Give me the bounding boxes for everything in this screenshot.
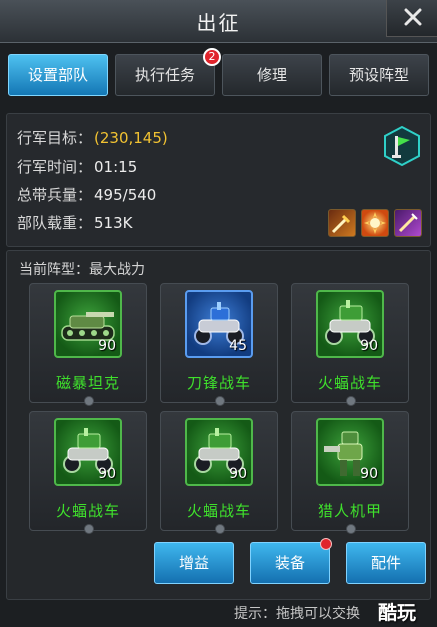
march-target-row: 行军目标： (230,145) bbox=[17, 128, 168, 148]
unit-slot-3[interactable]: 90 火蝠战车 bbox=[291, 283, 409, 406]
equip-button-label: 装备 bbox=[274, 554, 305, 572]
fire-buff-icon[interactable] bbox=[361, 209, 389, 237]
unit-name: 火蝠战车 bbox=[317, 374, 382, 392]
close-icon bbox=[404, 8, 422, 26]
unit-slot-1[interactable]: 90 磁暴坦克 bbox=[29, 283, 147, 406]
unit-level: 90 bbox=[98, 338, 116, 354]
troop-count-value: 495/540 bbox=[94, 186, 157, 204]
unit-portrait: 90 bbox=[185, 418, 253, 486]
buff-icons bbox=[328, 209, 424, 241]
unit-portrait: 90 bbox=[54, 290, 122, 358]
troop-load-label: 部队载重： bbox=[17, 214, 93, 232]
unit-portrait: 90 bbox=[316, 290, 384, 358]
unit-slot-6[interactable]: 90 猎人机甲 bbox=[291, 411, 409, 534]
slot-pin-icon bbox=[84, 524, 94, 534]
slot-pin-icon bbox=[84, 396, 94, 406]
unit-portrait: 90 bbox=[316, 418, 384, 486]
unit-slot-5[interactable]: 90 火蝠战车 bbox=[160, 411, 278, 534]
unit-level: 45 bbox=[229, 338, 247, 354]
current-formation-label: 当前阵型：最大战力 bbox=[19, 262, 145, 278]
unit-level: 90 bbox=[360, 338, 378, 354]
slot-pin-icon bbox=[215, 396, 225, 406]
title-bar: 出征 bbox=[0, 0, 437, 43]
parts-button-label: 配件 bbox=[370, 554, 401, 572]
speed-icon bbox=[398, 213, 418, 233]
slot-pin-icon bbox=[346, 396, 356, 406]
unit-name: 刀锋战车 bbox=[186, 374, 251, 392]
tab-label: 修理 bbox=[256, 66, 287, 84]
fire-icon bbox=[364, 212, 386, 234]
troop-load-value: 513K bbox=[94, 214, 133, 232]
gain-button[interactable]: 增益 bbox=[154, 542, 234, 584]
march-time-row: 行军时间： 01:15 bbox=[17, 157, 137, 177]
drag-hint-text: 提示：拖拽可以交换 bbox=[234, 606, 360, 622]
parts-button[interactable]: 配件 bbox=[346, 542, 426, 584]
speed-buff-icon[interactable] bbox=[394, 209, 422, 237]
sword-buff-icon[interactable] bbox=[328, 209, 356, 237]
unit-portrait: 45 bbox=[185, 290, 253, 358]
equip-notification-dot bbox=[320, 538, 332, 550]
march-info-panel: 行军目标： (230,145) 行军时间： 01:15 总带兵量： 495/540 部… bbox=[6, 113, 431, 247]
tab-repair[interactable]: 修理 bbox=[222, 54, 322, 96]
watermark: 酷玩 bbox=[378, 602, 417, 624]
tab-label: 设置部队 bbox=[27, 66, 88, 84]
sword-icon bbox=[331, 214, 351, 234]
slot-pin-icon bbox=[215, 524, 225, 534]
march-flag-button[interactable] bbox=[382, 125, 422, 167]
tab-execute-mission[interactable]: 执行任务 bbox=[115, 54, 215, 96]
unit-name: 火蝠战车 bbox=[186, 502, 251, 520]
march-time-value: 01:15 bbox=[94, 158, 138, 176]
march-target-value: (230,145) bbox=[94, 129, 168, 147]
unit-name: 火蝠战车 bbox=[55, 502, 120, 520]
unit-level: 90 bbox=[98, 466, 116, 482]
slot-pin-icon bbox=[346, 524, 356, 534]
tab-preset-formation[interactable]: 预设阵型 bbox=[329, 54, 429, 96]
close-button[interactable] bbox=[386, 0, 437, 37]
gain-button-label: 增益 bbox=[178, 554, 209, 572]
tab-label: 预设阵型 bbox=[348, 66, 409, 84]
tab-bar: 设置部队 执行任务 2 修理 预设阵型 bbox=[8, 48, 430, 98]
march-time-label: 行军时间： bbox=[17, 158, 93, 176]
troop-count-row: 总带兵量： 495/540 bbox=[17, 185, 156, 205]
march-target-label: 行军目标： bbox=[17, 129, 93, 147]
unit-portrait: 90 bbox=[54, 418, 122, 486]
equip-button[interactable]: 装备 bbox=[250, 542, 330, 584]
unit-slot-4[interactable]: 90 火蝠战车 bbox=[29, 411, 147, 534]
troop-count-label: 总带兵量： bbox=[17, 186, 93, 204]
tab-setup-troops[interactable]: 设置部队 bbox=[8, 54, 108, 96]
tab-label: 执行任务 bbox=[134, 66, 195, 84]
unit-name: 磁暴坦克 bbox=[55, 374, 120, 392]
unit-level: 90 bbox=[360, 466, 378, 482]
unit-level: 90 bbox=[229, 466, 247, 482]
window-title: 出征 bbox=[196, 11, 241, 35]
unit-slot-2[interactable]: 45 刀锋战车 bbox=[160, 283, 278, 406]
unit-name: 猎人机甲 bbox=[317, 502, 382, 520]
troop-load-row: 部队载重： 513K bbox=[17, 213, 132, 233]
green-flag-icon bbox=[384, 125, 420, 167]
mission-count-badge: 2 bbox=[203, 48, 221, 66]
